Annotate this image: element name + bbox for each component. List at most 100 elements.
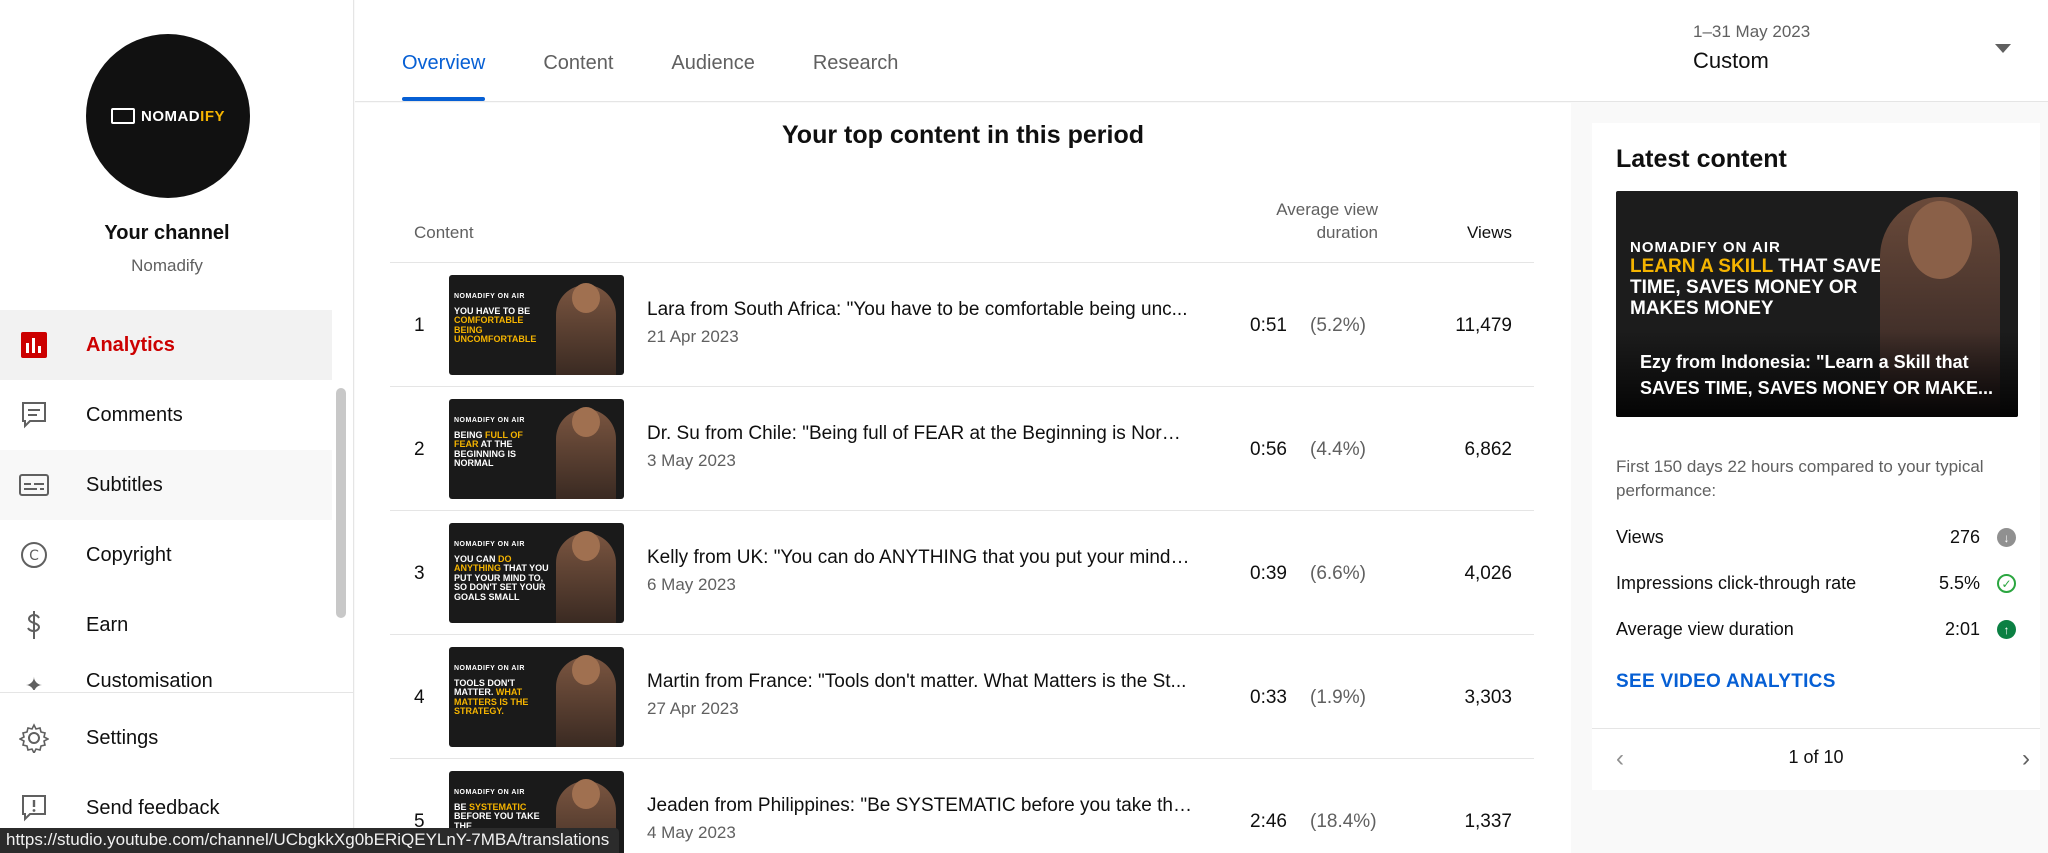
thumb-brand: NOMADIFY ON AIR	[454, 293, 525, 300]
video-title[interactable]: Jeaden from Philippines: "Be SYSTEMATIC …	[647, 795, 1192, 817]
analytics-tabs: Overview Content Audience Research	[402, 52, 898, 101]
video-date: 4 May 2023	[647, 823, 736, 842]
sidebar-bottom: Settings Send feedback	[0, 692, 354, 843]
performance-note: First 150 days 22 hours compared to your…	[1616, 457, 1984, 500]
date-range-sub: 1–31 May 2023	[1693, 22, 1811, 41]
sidebar-nav: Analytics Comments Subtitles C Copyright	[0, 310, 332, 690]
video-views: 1,337	[1464, 811, 1512, 832]
see-video-analytics-link[interactable]: SEE VIDEO ANALYTICS	[1616, 671, 1836, 693]
status-bar-url: https://studio.youtube.com/channel/UCbgk…	[0, 828, 620, 853]
video-title[interactable]: Dr. Su from Chile: "Being full of FEAR a…	[647, 423, 1192, 445]
video-title[interactable]: Lara from South Africa: "You have to be …	[647, 299, 1192, 321]
video-title[interactable]: Martin from France: "Tools don't matter.…	[647, 671, 1192, 693]
thumb-brand: NOMADIFY ON AIR	[454, 665, 525, 672]
sidebar-item-settings[interactable]: Settings	[0, 703, 354, 773]
thumb-text: Learn a skill that saves time, saves mon…	[1630, 256, 1896, 319]
metric-ctr: Impressions click-through rate 5.5% ✓	[1616, 573, 2016, 594]
thumb-text: You can do anything that you put your mi…	[454, 554, 549, 602]
video-views: 11,479	[1455, 315, 1512, 336]
chevron-down-icon[interactable]	[1995, 44, 2011, 53]
video-views: 4,026	[1464, 563, 1512, 584]
avg-view-duration: 0:33	[1250, 687, 1287, 708]
date-range-picker[interactable]: 1–31 May 2023 Custom	[1693, 22, 1810, 74]
sidebar-item-label: Copyright	[86, 543, 172, 566]
metric-value: 276	[1949, 527, 1980, 547]
row-rank: 4	[414, 687, 425, 708]
video-date: 6 May 2023	[647, 575, 736, 594]
guest-photo	[556, 531, 616, 623]
avg-view-duration: 0:51	[1250, 315, 1287, 336]
latest-video-title[interactable]: Ezy from Indonesia: "Learn a Skill that …	[1640, 349, 2000, 401]
sidebar-item-subtitles[interactable]: Subtitles	[0, 450, 332, 520]
video-thumbnail[interactable]: NOMADIFY ON AIR Being full of fear at th…	[449, 399, 624, 499]
guest-photo	[556, 407, 616, 499]
sidebar-item-label: Analytics	[86, 333, 175, 356]
guest-photo	[556, 283, 616, 375]
channel-avatar[interactable]: NOMADIFY	[86, 34, 250, 198]
row-rank: 1	[414, 315, 425, 336]
video-date: 27 Apr 2023	[647, 699, 739, 718]
metric-label: Average view duration	[1616, 619, 1794, 639]
pager-label: 1 of 10	[1788, 747, 1844, 767]
laptop-icon	[110, 108, 135, 124]
latest-video-thumbnail[interactable]: NOMADIFY ON AIR Learn a skill that saves…	[1616, 191, 2018, 417]
date-range-value: Custom	[1693, 48, 1769, 73]
video-title[interactable]: Kelly from UK: "You can do ANYTHING that…	[647, 547, 1192, 569]
video-thumbnail[interactable]: NOMADIFY ON AIR Tools don't matter. What…	[449, 647, 624, 747]
svg-text:C: C	[29, 548, 39, 564]
metric-value: 2:01	[1944, 619, 1980, 639]
column-header-views[interactable]: Views	[1385, 223, 1512, 243]
avg-view-duration: 0:39	[1250, 563, 1287, 584]
sidebar-item-label: Customisation	[86, 670, 213, 690]
sidebar-scrollbar[interactable]	[336, 388, 346, 618]
section-title: Your top content in this period	[781, 121, 1144, 149]
table-row[interactable]: 2 NOMADIFY ON AIR Being full of fear at …	[390, 386, 1534, 510]
thumb-brand: NOMADIFY ON AIR	[454, 541, 525, 548]
table-row[interactable]: 4 NOMADIFY ON AIR Tools don't matter. Wh…	[390, 634, 1534, 758]
thumb-brand: NOMADIFY ON AIR	[454, 417, 525, 424]
feedback-icon	[18, 792, 50, 824]
sidebar-item-analytics[interactable]: Analytics	[0, 310, 332, 380]
studio-app: NOMADIFY Your channel Nomadify Analytics…	[0, 0, 2048, 853]
thumb-text: You have to be comfortable being uncomfo…	[454, 306, 537, 345]
metric-avd: Average view duration 2:01 ↑	[1616, 619, 2016, 640]
table-row[interactable]: 1 NOMADIFY ON AIR You have to be comfort…	[390, 262, 1534, 386]
video-date: 21 Apr 2023	[647, 327, 739, 346]
video-thumbnail[interactable]: NOMADIFY ON AIR You have to be comfortab…	[449, 275, 624, 375]
sidebar-item-comments[interactable]: Comments	[0, 380, 332, 450]
nomadify-logo: NOMADIFY	[110, 108, 225, 125]
thumb-brand: NOMADIFY ON AIR	[454, 789, 525, 796]
analytics-icon	[18, 329, 50, 361]
video-views: 6,862	[1464, 439, 1512, 460]
sidebar-item-label: Send feedback	[86, 796, 220, 819]
card-title: Latest content	[1616, 145, 1787, 173]
avg-view-duration: 2:46	[1250, 811, 1287, 832]
avg-view-percentage: (1.9%)	[1310, 687, 1366, 708]
dollar-icon	[18, 609, 50, 641]
customisation-icon: ✦	[24, 673, 44, 690]
channel-title[interactable]: Your channel	[0, 222, 334, 245]
sidebar-item-customisation[interactable]: ✦ Customisation	[0, 660, 332, 690]
table-row[interactable]: 3 NOMADIFY ON AIR You can do anything th…	[390, 510, 1534, 634]
check-icon: ✓	[1997, 574, 2016, 593]
analytics-header: Overview Content Audience Research 1–31 …	[355, 0, 2048, 102]
sidebar-item-copyright[interactable]: C Copyright	[0, 520, 332, 590]
chevron-right-icon[interactable]: ›	[2022, 745, 2030, 773]
channel-name: Nomadify	[131, 256, 203, 275]
tab-audience[interactable]: Audience	[671, 52, 754, 101]
avg-view-percentage: (5.2%)	[1310, 315, 1366, 336]
arrow-up-icon: ↑	[1997, 620, 2016, 639]
tab-content[interactable]: Content	[543, 52, 613, 101]
column-header-content: Content	[414, 223, 474, 242]
sidebar-item-label: Comments	[86, 403, 183, 426]
column-header-avd[interactable]: Average view duration	[1213, 199, 1378, 245]
avg-view-percentage: (6.6%)	[1310, 563, 1366, 584]
sidebar-item-label: Earn	[86, 613, 129, 636]
thumb-brand: NOMADIFY ON AIR	[1630, 239, 1781, 256]
tab-overview[interactable]: Overview	[402, 52, 486, 101]
sidebar-item-label: Settings	[86, 726, 159, 749]
tab-research[interactable]: Research	[813, 52, 899, 101]
arrow-down-icon: ↓	[1997, 528, 2016, 547]
video-thumbnail[interactable]: NOMADIFY ON AIR You can do anything that…	[449, 523, 624, 623]
sidebar-item-earn[interactable]: Earn	[0, 590, 332, 660]
